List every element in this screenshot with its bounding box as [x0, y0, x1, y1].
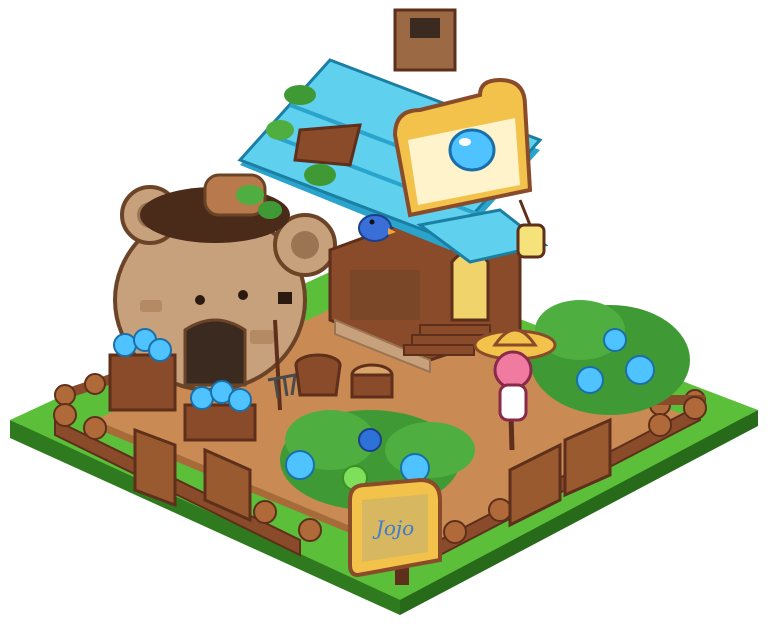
gem-bushes-right — [530, 300, 690, 415]
nameplate-text: Jojo — [372, 516, 414, 540]
garden-plot-scene: Jojo — [0, 0, 768, 632]
lantern-icon — [516, 199, 546, 259]
stump-icon — [350, 363, 394, 399]
bucket-icon — [294, 353, 342, 397]
